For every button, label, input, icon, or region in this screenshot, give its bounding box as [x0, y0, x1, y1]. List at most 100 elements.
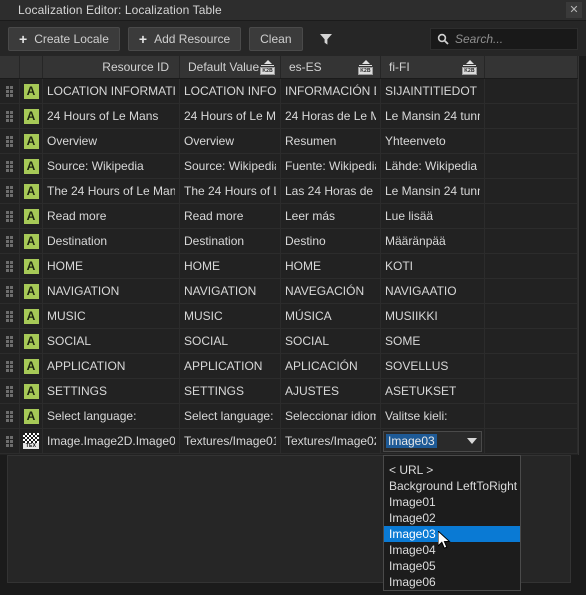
- create-locale-button[interactable]: + Create Locale: [8, 27, 120, 51]
- cell-default-value[interactable]: Textures/Image01: [180, 429, 281, 453]
- cell-resource-id[interactable]: APPLICATION: [43, 354, 180, 378]
- k2b-icon[interactable]: K2B: [461, 59, 478, 75]
- header-cell-es-es[interactable]: es-ES K2B: [281, 56, 381, 78]
- dropdown-item[interactable]: Image05: [384, 558, 520, 574]
- table-row[interactable]: A Destination Destination Destino Määränpää: [0, 229, 586, 254]
- cell-es-es[interactable]: Seleccionar idioma:: [281, 404, 381, 428]
- image-dropdown-list[interactable]: < URL > Background LeftToRight Image01 Imag…: [383, 455, 521, 591]
- cell-default-value[interactable]: Destination: [180, 229, 281, 253]
- row-drag-handle-icon[interactable]: [0, 379, 20, 403]
- cell-es-es[interactable]: AJUSTES: [281, 379, 381, 403]
- table-row[interactable]: A SETTINGS SETTINGS AJUSTES ASETUKSET: [0, 379, 586, 404]
- row-drag-handle-icon[interactable]: [0, 354, 20, 378]
- row-drag-handle-icon[interactable]: [0, 129, 20, 153]
- cell-es-es[interactable]: APLICACIÓN: [281, 354, 381, 378]
- cell-resource-id[interactable]: Select language:: [43, 404, 180, 428]
- cell-fi-fi[interactable]: MUSIIKKI: [381, 304, 485, 328]
- cell-es-es[interactable]: HOME: [281, 254, 381, 278]
- cell-resource-id[interactable]: Destination: [43, 229, 180, 253]
- row-drag-handle-icon[interactable]: [0, 404, 20, 428]
- cell-es-es[interactable]: INFORMACIÓN DE UBICACIÓN: [281, 79, 381, 103]
- cell-default-value[interactable]: Source: Wikipedia: [180, 154, 281, 178]
- cell-fi-fi[interactable]: Le Mansin 24 tunnin ajo: [381, 179, 485, 203]
- cell-resource-id[interactable]: HOME: [43, 254, 180, 278]
- cell-default-value[interactable]: LOCATION INFORMATION: [180, 79, 281, 103]
- row-drag-handle-icon[interactable]: [0, 279, 20, 303]
- cell-fi-fi[interactable]: KOTI: [381, 254, 485, 278]
- close-icon[interactable]: ✕: [566, 2, 582, 18]
- cell-es-es[interactable]: Destino: [281, 229, 381, 253]
- cell-fi-fi[interactable]: Lue lisää: [381, 204, 485, 228]
- cell-fi-fi[interactable]: NAVIGAATIO: [381, 279, 485, 303]
- table-row[interactable]: A NAVIGATION NAVIGATION NAVEGACIÓN NAVIGAATI…: [0, 279, 586, 304]
- row-drag-handle-icon[interactable]: [0, 229, 20, 253]
- cell-resource-id[interactable]: Overview: [43, 129, 180, 153]
- chevron-down-icon[interactable]: [467, 438, 477, 444]
- cell-es-es[interactable]: Leer más: [281, 204, 381, 228]
- table-row[interactable]: A Select language: Select language: Selecci…: [0, 404, 586, 429]
- table-row[interactable]: A SOCIAL SOCIAL SOCIAL SOME: [0, 329, 586, 354]
- cell-resource-id[interactable]: Read more: [43, 204, 180, 228]
- cell-fi-fi[interactable]: Le Mansin 24 tunnin ajo: [381, 104, 485, 128]
- dropdown-item[interactable]: Background LeftToRight: [384, 478, 520, 494]
- header-cell-resource-id[interactable]: Resource ID: [43, 56, 180, 78]
- cell-resource-id[interactable]: LOCATION INFORMATION: [43, 79, 180, 103]
- row-drag-handle-icon[interactable]: [0, 304, 20, 328]
- dropdown-item[interactable]: < URL >: [384, 462, 520, 478]
- dropdown-item[interactable]: Image01: [384, 494, 520, 510]
- row-drag-handle-icon[interactable]: [0, 204, 20, 228]
- clean-button[interactable]: Clean: [249, 27, 303, 51]
- cell-default-value[interactable]: NAVIGATION: [180, 279, 281, 303]
- cell-resource-id[interactable]: 24 Hours of Le Mans: [43, 104, 180, 128]
- cell-default-value[interactable]: Overview: [180, 129, 281, 153]
- cell-es-es[interactable]: SOCIAL: [281, 329, 381, 353]
- dropdown-item[interactable]: Image04: [384, 542, 520, 558]
- cell-resource-id[interactable]: The 24 Hours of Le Mans: [43, 179, 180, 203]
- row-drag-handle-icon[interactable]: [0, 329, 20, 353]
- cell-default-value[interactable]: MUSIC: [180, 304, 281, 328]
- add-resource-button[interactable]: + Add Resource: [127, 27, 242, 51]
- dropdown-item[interactable]: Image02: [384, 510, 520, 526]
- cell-default-value[interactable]: SOCIAL: [180, 329, 281, 353]
- cell-default-value[interactable]: Read more: [180, 204, 281, 228]
- table-row[interactable]: A Overview Overview Resumen Yhteenveto: [0, 129, 586, 154]
- table-row[interactable]: A Source: Wikipedia Source: Wikipedia Fuent…: [0, 154, 586, 179]
- cell-default-value[interactable]: APPLICATION: [180, 354, 281, 378]
- cell-default-value[interactable]: HOME: [180, 254, 281, 278]
- cell-es-es[interactable]: NAVEGACIÓN: [281, 279, 381, 303]
- dropdown-item[interactable]: Image03: [384, 526, 520, 542]
- cell-fi-fi[interactable]: Määränpää: [381, 229, 485, 253]
- image-combo-box[interactable]: Image03: [383, 430, 482, 452]
- cell-resource-id[interactable]: NAVIGATION: [43, 279, 180, 303]
- header-cell-default-value[interactable]: Default Value K2B: [180, 56, 281, 78]
- cell-es-es[interactable]: 24 Horas de Le Mans: [281, 104, 381, 128]
- cell-resource-id[interactable]: Source: Wikipedia: [43, 154, 180, 178]
- table-row[interactable]: A HOME HOME HOME KOTI: [0, 254, 586, 279]
- table-row[interactable]: TEX Image.Image2D.Image03 Textures/Image01…: [0, 429, 586, 454]
- cell-resource-id[interactable]: Image.Image2D.Image03: [43, 429, 180, 453]
- cell-es-es[interactable]: MÚSICA: [281, 304, 381, 328]
- cell-default-value[interactable]: Select language:: [180, 404, 281, 428]
- cell-resource-id[interactable]: SOCIAL: [43, 329, 180, 353]
- cell-fi-fi[interactable]: SIJAINTITIEDOT: [381, 79, 485, 103]
- table-row[interactable]: A LOCATION INFORMATION LOCATION INFORMATIO…: [0, 79, 586, 104]
- row-drag-handle-icon[interactable]: [0, 104, 20, 128]
- search-input[interactable]: Search...: [430, 28, 578, 50]
- row-drag-handle-icon[interactable]: [0, 154, 20, 178]
- row-drag-handle-icon[interactable]: [0, 79, 20, 103]
- cell-resource-id[interactable]: MUSIC: [43, 304, 180, 328]
- table-row[interactable]: A The 24 Hours of Le Mans The 24 Hours of …: [0, 179, 586, 204]
- table-row[interactable]: A APPLICATION APPLICATION APLICACIÓN SOVELLU…: [0, 354, 586, 379]
- k2b-icon[interactable]: K2B: [259, 59, 276, 75]
- cell-es-es[interactable]: Textures/Image02: [281, 429, 381, 453]
- cell-default-value[interactable]: The 24 Hours of Le Mans: [180, 179, 281, 203]
- cell-fi-fi[interactable]: Yhteenveto: [381, 129, 485, 153]
- cell-default-value[interactable]: 24 Hours of Le Mans: [180, 104, 281, 128]
- cell-fi-fi[interactable]: Valitse kieli:: [381, 404, 485, 428]
- table-row[interactable]: A MUSIC MUSIC MÚSICA MUSIIKKI: [0, 304, 586, 329]
- table-row[interactable]: A 24 Hours of Le Mans 24 Hours of Le Mans 2…: [0, 104, 586, 129]
- k2b-icon[interactable]: K2B: [357, 59, 374, 75]
- row-drag-handle-icon[interactable]: [0, 254, 20, 278]
- cell-fi-fi[interactable]: ASETUKSET: [381, 379, 485, 403]
- cell-default-value[interactable]: SETTINGS: [180, 379, 281, 403]
